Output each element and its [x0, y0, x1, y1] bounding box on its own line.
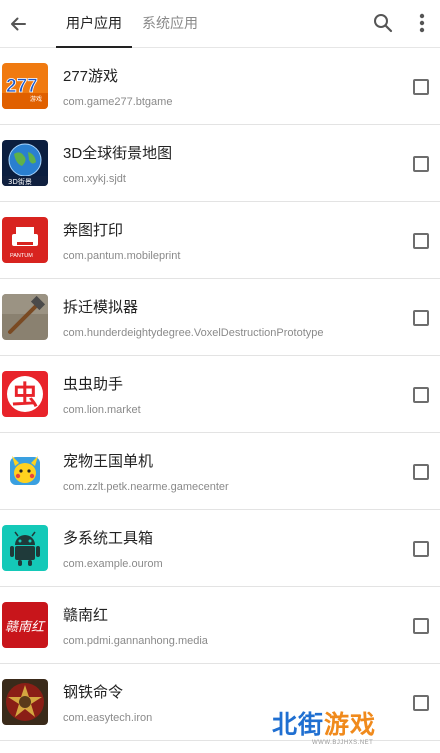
app-list: 277 游戏 277游戏 com.game277.btgame 3D街景 3D全… [0, 48, 440, 741]
app-package: com.easytech.iron [63, 712, 153, 724]
watermark-logo: 北街游戏 [272, 705, 376, 741]
app-name: 拆迁模拟器 [63, 299, 139, 316]
globe-street-map-icon: 3D街景 [2, 140, 48, 186]
select-checkbox[interactable] [413, 156, 429, 172]
icon-277-text: 277 [6, 76, 38, 97]
select-checkbox[interactable] [413, 464, 429, 480]
pet-kingdom-icon [2, 448, 48, 494]
list-item[interactable]: 虫 虫虫助手 com.lion.market [0, 356, 440, 433]
list-item[interactable]: 多系统工具箱 com.example.ourom [0, 510, 440, 587]
android-robot-icon [2, 525, 48, 571]
select-checkbox[interactable] [413, 541, 429, 557]
top-app-bar: 用户应用 系统应用 [0, 0, 440, 48]
arrow-back-icon [11, 17, 26, 31]
search-button[interactable] [368, 8, 398, 38]
chongchong-icon: 虫 [2, 371, 48, 417]
more-options-button[interactable] [410, 8, 434, 38]
watermark-blue-text: 北街 [272, 711, 325, 739]
app-name: 奔图打印 [63, 222, 124, 239]
search-icon [374, 14, 393, 33]
list-item[interactable]: PANTUM 奔图打印 com.pantum.mobileprint [0, 202, 440, 279]
277-game-icon: 277 游戏 [2, 63, 48, 109]
iron-command-icon [2, 679, 48, 725]
list-item[interactable]: 拆迁模拟器 com.hunderdeightydegree.VoxelDestr… [0, 279, 440, 356]
app-name: 赣南红 [63, 607, 109, 624]
app-name: 钢铁命令 [63, 684, 124, 701]
app-package: com.lion.market [63, 404, 141, 416]
app-package: com.game277.btgame [63, 96, 173, 108]
select-checkbox[interactable] [413, 79, 429, 95]
app-package: com.example.ourom [63, 558, 163, 570]
select-checkbox[interactable] [413, 387, 429, 403]
icon-277-sub: 游戏 [30, 95, 42, 103]
tab-user-apps[interactable]: 用户应用 [56, 0, 132, 48]
app-name: 多系统工具箱 [63, 530, 154, 547]
select-checkbox[interactable] [413, 310, 429, 326]
tab-system-apps[interactable]: 系统应用 [136, 0, 204, 48]
app-name: 虫虫助手 [63, 376, 124, 393]
app-package: com.pdmi.gannanhong.media [63, 635, 208, 647]
hammer-icon [2, 294, 48, 340]
list-item[interactable]: 277 游戏 277游戏 com.game277.btgame [0, 48, 440, 125]
more-vert-icon [419, 13, 425, 33]
site-watermark: 北街游戏 WWW.BJJHXS.NET [270, 703, 440, 753]
app-name: 3D全球街景地图 [63, 145, 173, 162]
icon-gannanhong-text: 赣南红 [5, 620, 46, 635]
list-item[interactable]: 赣南红 赣南红 com.pdmi.gannanhong.media [0, 587, 440, 664]
app-package: com.zzlt.petk.nearme.gamecenter [63, 481, 229, 493]
select-checkbox[interactable] [413, 233, 429, 249]
list-item[interactable]: 3D街景 3D全球街景地图 com.xykj.sjdt [0, 125, 440, 202]
back-button[interactable] [2, 8, 34, 40]
icon-pantum-text: PANTUM [10, 253, 33, 259]
icon-chongchong-text: 虫 [12, 381, 38, 411]
app-package: com.hunderdeightydegree.VoxelDestruction… [63, 327, 324, 339]
app-package: com.pantum.mobileprint [63, 250, 181, 262]
app-package: com.xykj.sjdt [63, 173, 126, 185]
select-checkbox[interactable] [413, 618, 429, 634]
icon-street-map-text: 3D街景 [8, 177, 32, 186]
app-name: 宠物王国单机 [63, 453, 154, 470]
watermark-orange-text: 游戏 [324, 711, 377, 739]
list-item[interactable]: 宠物王国单机 com.zzlt.petk.nearme.gamecenter [0, 433, 440, 510]
pantum-printer-icon: PANTUM [2, 217, 48, 263]
gannanhong-calligraphy-icon: 赣南红 [2, 602, 48, 648]
watermark-url: WWW.BJJHXS.NET [312, 740, 374, 746]
app-name: 277游戏 [63, 68, 119, 85]
